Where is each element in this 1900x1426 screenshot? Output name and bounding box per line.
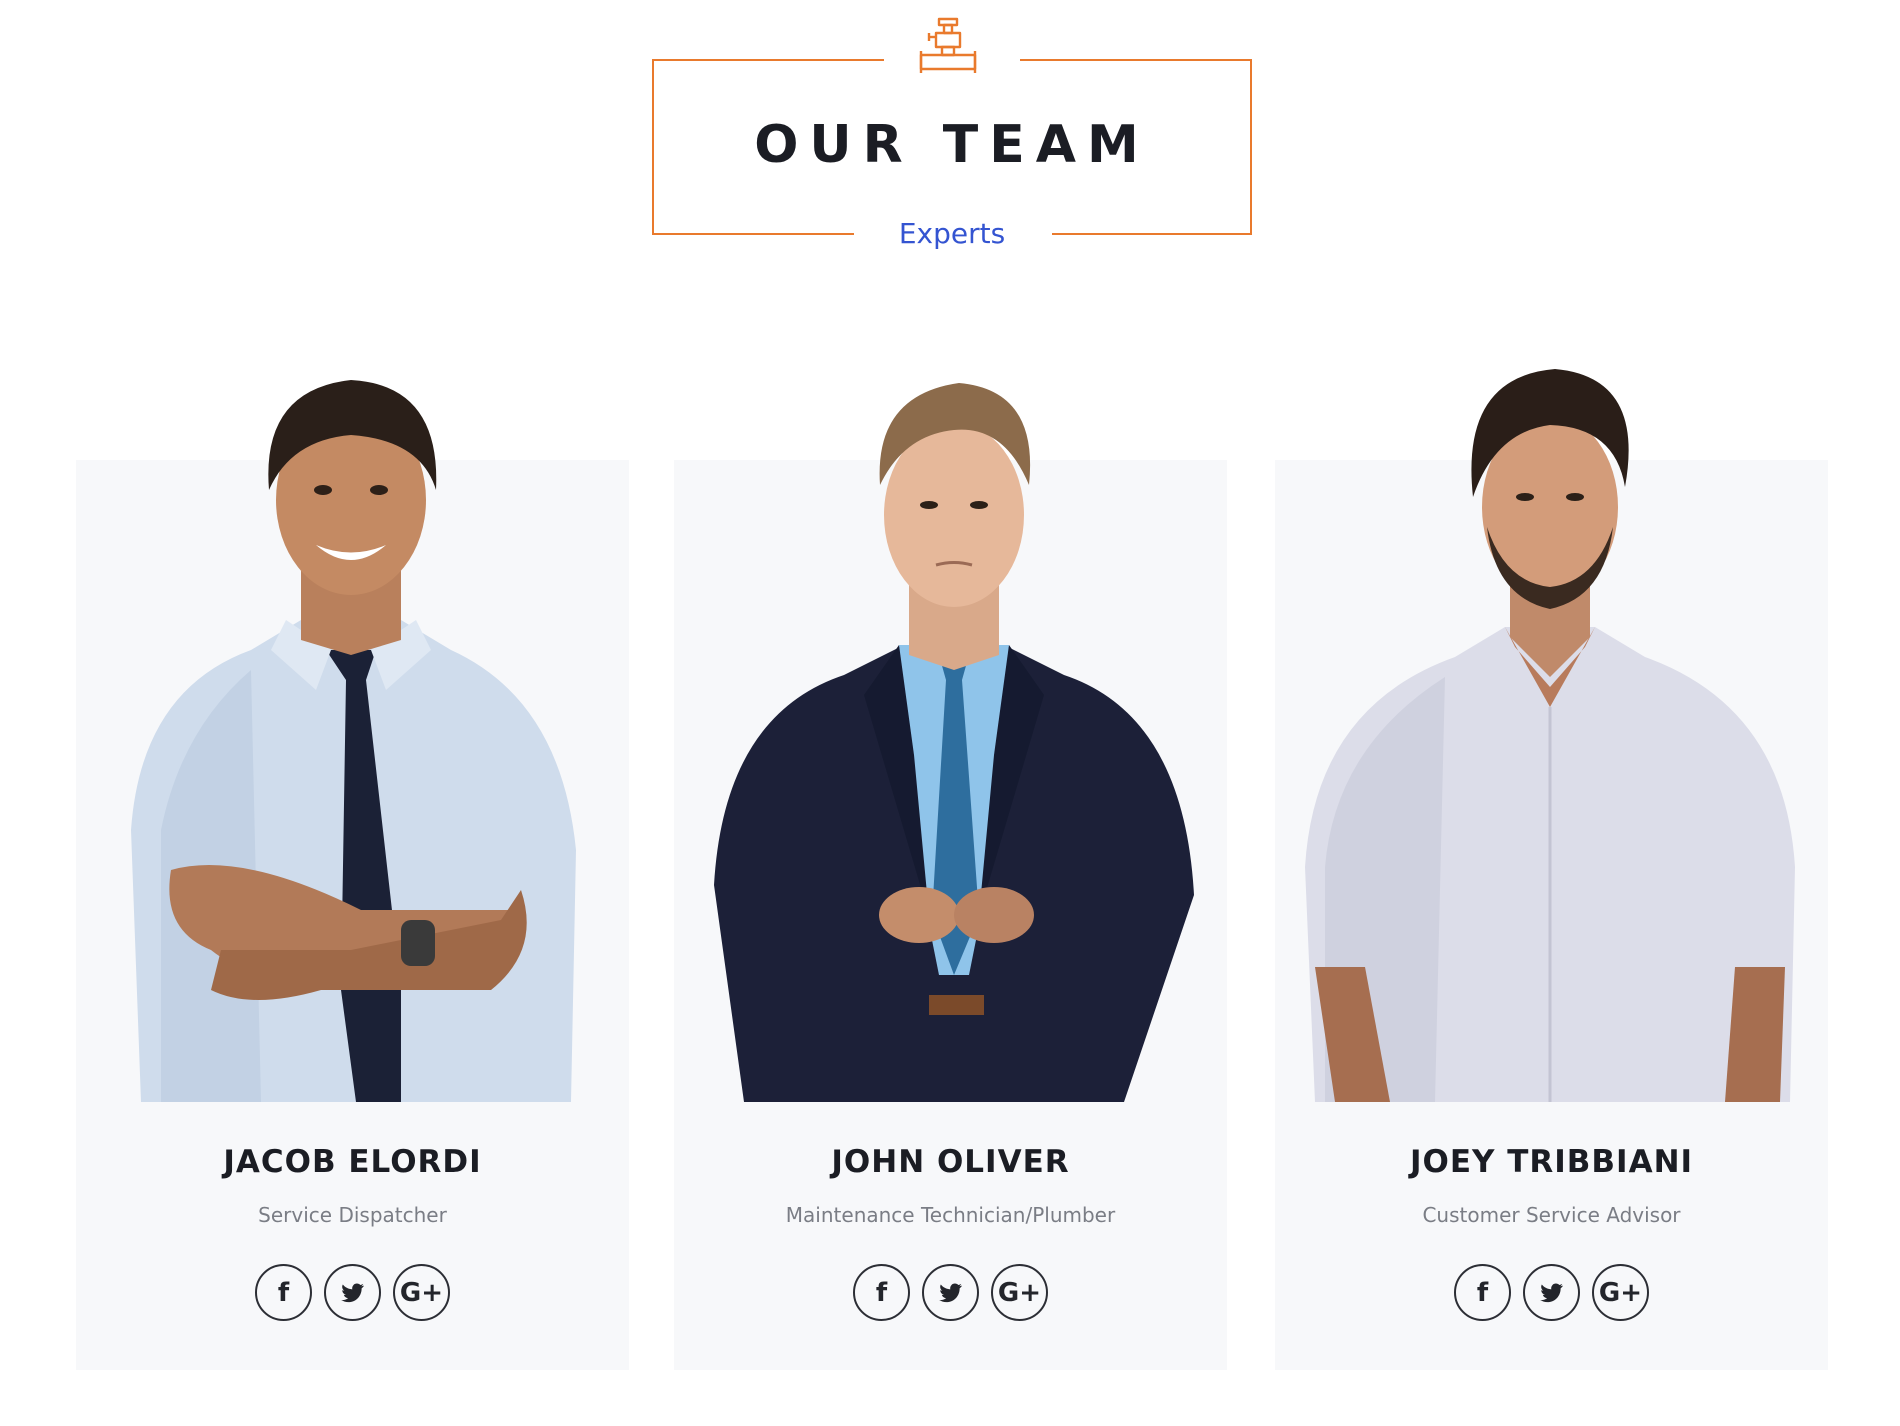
twitter-icon (939, 1283, 962, 1303)
facebook-button[interactable]: f (1454, 1264, 1511, 1321)
twitter-icon (1540, 1283, 1563, 1303)
member-photo (714, 383, 1194, 1102)
google-plus-icon: G+ (1598, 1277, 1643, 1308)
team-card-john: JOHN OLIVER Maintenance Technician/Plumb… (674, 383, 1227, 1370)
facebook-button[interactable]: f (255, 1264, 312, 1321)
member-role: Service Dispatcher (258, 1203, 447, 1227)
social-links: f G+ (1275, 1264, 1828, 1321)
section-subtitle: Experts (898, 217, 1006, 250)
google-plus-button[interactable]: G+ (991, 1264, 1048, 1321)
social-links: f G+ (674, 1264, 1227, 1321)
facebook-icon: f (875, 1277, 888, 1308)
member-photo (131, 380, 576, 1102)
google-plus-icon: G+ (997, 1277, 1042, 1308)
member-name: JOEY TRIBBIANI (1409, 1144, 1694, 1180)
social-links: f G+ (76, 1264, 629, 1321)
twitter-button[interactable] (1523, 1264, 1580, 1321)
team-card-jacob: JACOB ELORDI Service Dispatcher f G+ (76, 380, 629, 1370)
twitter-icon (341, 1283, 364, 1303)
member-name: JACOB ELORDI (223, 1144, 482, 1180)
section-title: OUR TEAM (754, 115, 1150, 175)
google-plus-button[interactable]: G+ (393, 1264, 450, 1321)
team-card-joey: JOEY TRIBBIANI Customer Service Advisor … (1275, 369, 1828, 1370)
facebook-button[interactable]: f (853, 1264, 910, 1321)
twitter-button[interactable] (324, 1264, 381, 1321)
twitter-button[interactable] (922, 1264, 979, 1321)
member-role: Maintenance Technician/Plumber (785, 1203, 1116, 1227)
member-role: Customer Service Advisor (1422, 1203, 1681, 1227)
google-plus-button[interactable]: G+ (1592, 1264, 1649, 1321)
member-photo (1305, 369, 1795, 1102)
facebook-icon: f (1476, 1277, 1489, 1308)
plumbing-pipe-icon (919, 17, 977, 73)
google-plus-icon: G+ (399, 1277, 444, 1308)
facebook-icon: f (277, 1277, 290, 1308)
member-name: JOHN OLIVER (831, 1144, 1070, 1180)
